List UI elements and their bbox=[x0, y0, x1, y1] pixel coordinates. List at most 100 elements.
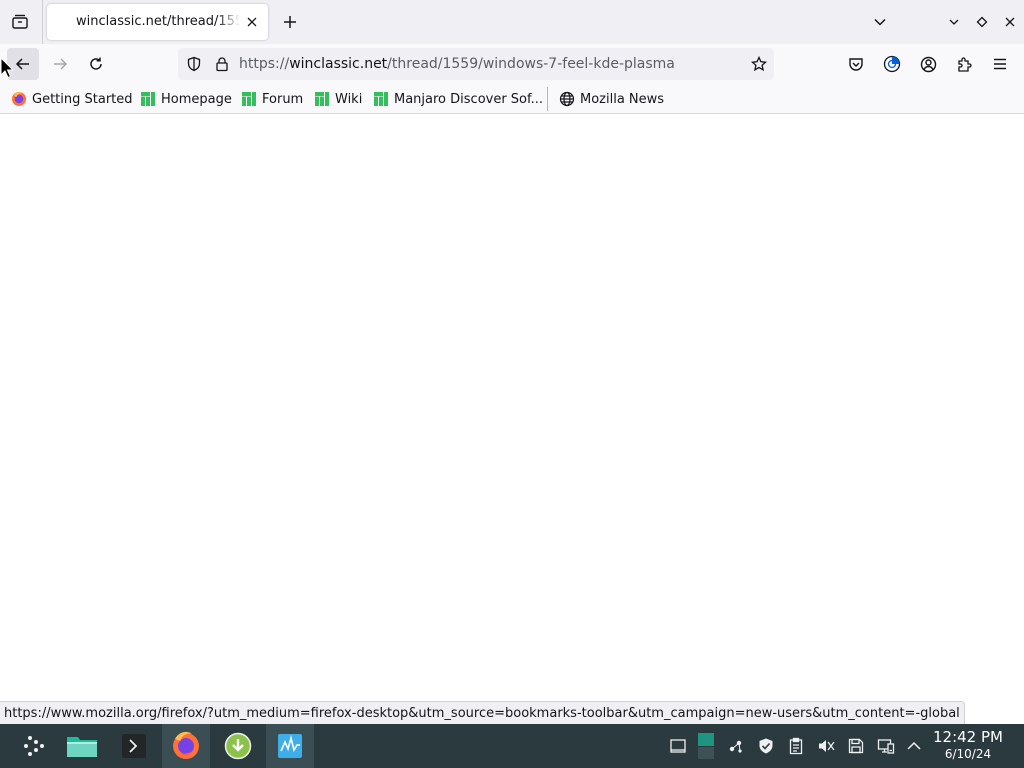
account-sync-button[interactable] bbox=[882, 54, 902, 74]
account-button[interactable] bbox=[918, 54, 938, 74]
system-monitor-icon bbox=[278, 734, 302, 758]
display-tray-button[interactable] bbox=[876, 736, 896, 756]
url-path: /thread/1559/windows-7-feel-kde-plasma bbox=[387, 56, 675, 72]
terminal-button[interactable] bbox=[110, 724, 158, 768]
url-scheme: https:// bbox=[239, 56, 290, 72]
volume-muted-icon bbox=[819, 740, 835, 752]
tray-expand-button[interactable] bbox=[904, 736, 924, 756]
file-manager-icon bbox=[67, 737, 97, 757]
account-icon bbox=[920, 56, 936, 72]
display-icon bbox=[877, 739, 895, 754]
bookmark-homepage[interactable]: Homepage bbox=[140, 88, 232, 110]
mouse-cursor-icon bbox=[0, 57, 14, 79]
security-tray-button[interactable] bbox=[756, 736, 776, 756]
tab-title: winclassic.net/thread/1559/windows-7-fee… bbox=[76, 14, 240, 29]
minimize-icon bbox=[949, 19, 959, 25]
volume-tray-button[interactable] bbox=[816, 736, 836, 756]
taskbar: 12:42 PM 6/10/24 bbox=[0, 724, 1024, 768]
pocket-icon bbox=[849, 58, 863, 71]
reload-icon bbox=[90, 57, 102, 70]
bookmark-forum[interactable]: Forum bbox=[241, 88, 303, 110]
update-manager-button[interactable] bbox=[214, 724, 262, 768]
manjaro-icon bbox=[315, 92, 329, 106]
bookmarks-toolbar: Getting Started Homepage Forum Wiki Manj… bbox=[0, 84, 1024, 114]
system-monitor-button[interactable] bbox=[266, 724, 314, 768]
bookmark-label: Mozilla News bbox=[580, 91, 665, 107]
close-window-button[interactable] bbox=[1000, 12, 1020, 32]
virtual-desktop-pager[interactable] bbox=[696, 732, 716, 760]
link-status-panel: https://www.mozilla.org/firefox/?utm_med… bbox=[0, 701, 965, 724]
download-icon bbox=[224, 732, 252, 760]
app-menu-button[interactable] bbox=[990, 54, 1010, 74]
chevron-down-icon bbox=[874, 18, 886, 26]
tab-list-button[interactable] bbox=[8, 10, 32, 34]
save-icon bbox=[848, 738, 864, 754]
forward-button[interactable] bbox=[44, 48, 76, 80]
shield-icon bbox=[187, 56, 201, 72]
lock-icon bbox=[216, 57, 228, 72]
manjaro-icon bbox=[141, 92, 155, 106]
firefox-taskbar-button[interactable] bbox=[162, 724, 210, 768]
firefox-icon bbox=[173, 731, 199, 759]
star-icon bbox=[751, 56, 767, 72]
app-launcher-button[interactable] bbox=[10, 724, 58, 768]
clipboard-tray-button[interactable] bbox=[786, 736, 806, 756]
firefox-icon bbox=[12, 92, 26, 106]
globe-icon bbox=[559, 91, 575, 107]
bookmark-manjaro-discover[interactable]: Manjaro Discover Sof... bbox=[373, 88, 543, 110]
bookmark-getting-started[interactable]: Getting Started bbox=[11, 88, 133, 110]
puzzle-icon bbox=[957, 56, 972, 72]
manjaro-icon bbox=[374, 92, 388, 106]
tab-separator bbox=[42, 0, 43, 44]
list-all-tabs-button[interactable] bbox=[868, 10, 892, 34]
disks-tray-button[interactable] bbox=[846, 736, 866, 756]
bookmark-mozilla-news[interactable]: Mozilla News bbox=[559, 88, 664, 110]
terminal-icon bbox=[122, 734, 146, 758]
minimize-button[interactable] bbox=[944, 12, 964, 32]
network-icon bbox=[729, 740, 742, 753]
close-icon bbox=[247, 17, 257, 27]
network-tray-button[interactable] bbox=[726, 736, 746, 756]
bookmark-label: Manjaro Discover Sof... bbox=[394, 91, 544, 107]
manjaro-icon bbox=[242, 92, 256, 106]
url-host: winclassic.net bbox=[289, 56, 388, 72]
clock-time: 12:42 PM bbox=[933, 728, 1003, 746]
tab-active[interactable]: winclassic.net/thread/1559/windows-7-fee… bbox=[47, 4, 268, 40]
tab-manager-icon bbox=[12, 14, 28, 29]
hamburger-menu-icon bbox=[994, 58, 1006, 70]
show-desktop-button[interactable] bbox=[668, 736, 688, 756]
reload-button[interactable] bbox=[80, 48, 112, 80]
tracking-protection-icon[interactable] bbox=[184, 54, 204, 74]
digital-clock[interactable]: 12:42 PM 6/10/24 bbox=[926, 728, 1010, 762]
tab-close-button[interactable] bbox=[242, 12, 262, 32]
page-content[interactable] bbox=[0, 115, 1024, 724]
pocket-button[interactable] bbox=[846, 54, 866, 74]
url-text[interactable]: https://winclassic.net/thread/1559/windo… bbox=[239, 48, 675, 80]
bookmark-label: Homepage bbox=[161, 91, 232, 107]
app-launcher-icon bbox=[24, 736, 44, 756]
maximize-button[interactable] bbox=[972, 12, 992, 32]
bookmarks-separator bbox=[547, 87, 548, 111]
bookmark-label: Wiki bbox=[335, 91, 363, 107]
workspace-icon bbox=[698, 733, 714, 759]
tab-strip: winclassic.net/thread/1559/windows-7-fee… bbox=[0, 0, 1024, 44]
extensions-button[interactable] bbox=[954, 54, 974, 74]
new-tab-button[interactable] bbox=[278, 10, 302, 34]
navigation-toolbar: https://winclassic.net/thread/1559/windo… bbox=[0, 44, 1024, 84]
bookmark-page-button[interactable] bbox=[749, 54, 769, 74]
clock-date: 6/10/24 bbox=[944, 747, 992, 761]
plus-icon bbox=[284, 16, 296, 28]
shield-icon bbox=[759, 738, 773, 754]
maximize-icon bbox=[976, 16, 988, 28]
bookmark-wiki[interactable]: Wiki bbox=[314, 88, 362, 110]
close-icon bbox=[1005, 17, 1015, 27]
site-security-icon[interactable] bbox=[212, 54, 232, 74]
file-manager-button[interactable] bbox=[58, 724, 106, 768]
url-bar[interactable]: https://winclassic.net/thread/1559/windo… bbox=[178, 48, 774, 80]
chevron-up-icon bbox=[907, 741, 921, 750]
show-desktop-icon bbox=[670, 739, 686, 753]
arrow-right-icon bbox=[54, 58, 68, 70]
clipboard-icon bbox=[789, 737, 803, 755]
firefox-view-icon bbox=[883, 55, 901, 73]
bookmark-label: Forum bbox=[262, 91, 304, 107]
